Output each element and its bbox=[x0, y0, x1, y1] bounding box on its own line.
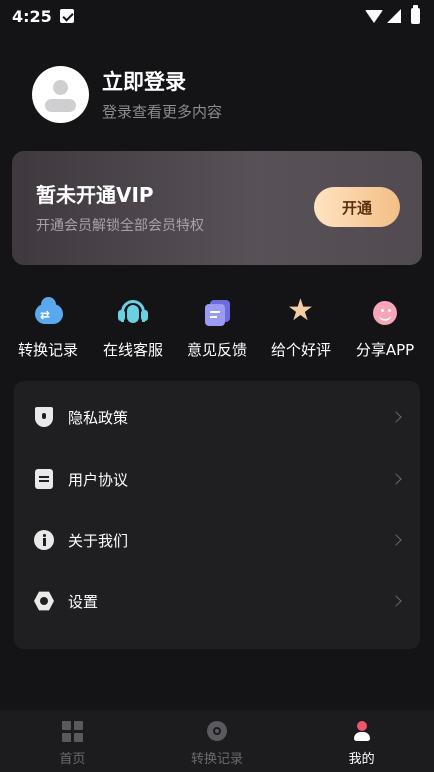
menu-item-label: 关于我们 bbox=[68, 531, 129, 550]
quick-actions: ⇄ 转换记录 在线客服 意见反馈 ★ 给个好评 分享APP bbox=[0, 293, 434, 368]
battery-icon bbox=[411, 5, 420, 24]
menu-item-about-us[interactable]: 关于我们 bbox=[14, 509, 420, 571]
chevron-right-icon bbox=[390, 595, 402, 607]
avatar-icon[interactable] bbox=[32, 66, 89, 123]
cloud-transfer-icon: ⇄ bbox=[33, 297, 63, 328]
avatar-head bbox=[53, 80, 68, 95]
quick-action-online-service[interactable]: 在线客服 bbox=[93, 298, 173, 360]
vip-title: 暂未开通VIP bbox=[36, 183, 154, 207]
quick-action-feedback[interactable]: 意见反馈 bbox=[177, 298, 257, 360]
quick-action-label: 意见反馈 bbox=[186, 341, 247, 359]
tab-label: 转换记录 bbox=[191, 752, 244, 767]
document-icon bbox=[34, 469, 54, 489]
feedback-document-icon bbox=[202, 298, 232, 328]
quick-action-share-app[interactable]: 分享APP bbox=[345, 298, 425, 360]
avatar-body bbox=[45, 99, 76, 112]
chevron-right-icon bbox=[390, 534, 402, 546]
profile-text: 立即登录 登录查看更多内容 bbox=[102, 67, 222, 122]
menu-item-user-agreement[interactable]: 用户协议 bbox=[14, 448, 420, 510]
gear-icon bbox=[34, 591, 54, 611]
profile-header[interactable]: 立即登录 登录查看更多内容 bbox=[32, 66, 222, 123]
login-title[interactable]: 立即登录 bbox=[102, 67, 222, 97]
vip-activate-button[interactable]: 开通 bbox=[314, 187, 400, 227]
quick-action-conversion-records[interactable]: ⇄ 转换记录 bbox=[8, 297, 88, 360]
user-icon bbox=[351, 720, 373, 742]
quick-action-label: 给个好评 bbox=[270, 341, 331, 359]
vip-subtitle: 开通会员解锁全部会员特权 bbox=[36, 218, 204, 234]
home-grid-icon bbox=[61, 720, 84, 742]
status-right bbox=[365, 5, 420, 24]
settings-menu: 隐私政策 用户协议 关于我们 设置 bbox=[14, 381, 420, 649]
menu-item-privacy-policy[interactable]: 隐私政策 bbox=[14, 386, 420, 448]
quick-action-label: 分享APP bbox=[355, 341, 415, 359]
headset-icon bbox=[118, 298, 148, 328]
vip-card[interactable]: 暂未开通VIP 开通会员解锁全部会员特权 开通 bbox=[12, 151, 422, 265]
star-icon: ★ bbox=[287, 293, 314, 328]
bottom-nav: 首页 转换记录 我的 bbox=[0, 710, 434, 772]
tab-mine[interactable]: 我的 bbox=[289, 710, 434, 772]
tab-label: 首页 bbox=[59, 752, 86, 767]
chevron-right-icon bbox=[390, 411, 402, 423]
smile-icon bbox=[370, 298, 400, 328]
menu-item-label: 设置 bbox=[68, 592, 99, 611]
tab-conversion-records[interactable]: 转换记录 bbox=[145, 710, 290, 772]
status-time: 4:25 bbox=[12, 6, 52, 26]
menu-item-settings[interactable]: 设置 bbox=[14, 570, 420, 632]
status-bar: 4:25 bbox=[0, 0, 434, 32]
menu-item-label: 隐私政策 bbox=[68, 408, 129, 427]
sim-icon bbox=[59, 9, 74, 23]
quick-action-label: 转换记录 bbox=[17, 341, 78, 359]
tab-home[interactable]: 首页 bbox=[0, 710, 145, 772]
status-left: 4:25 bbox=[12, 7, 74, 26]
signal-icon bbox=[387, 9, 401, 23]
shield-icon bbox=[34, 407, 54, 427]
quick-action-rate[interactable]: ★ 给个好评 bbox=[261, 293, 341, 360]
quick-action-label: 在线客服 bbox=[102, 341, 163, 359]
login-subtitle: 登录查看更多内容 bbox=[102, 103, 223, 121]
record-icon bbox=[206, 720, 228, 742]
info-icon bbox=[34, 530, 54, 550]
menu-item-label: 用户协议 bbox=[68, 470, 129, 489]
tab-label: 我的 bbox=[348, 752, 375, 767]
chevron-right-icon bbox=[390, 473, 402, 485]
wifi-icon bbox=[365, 9, 383, 23]
